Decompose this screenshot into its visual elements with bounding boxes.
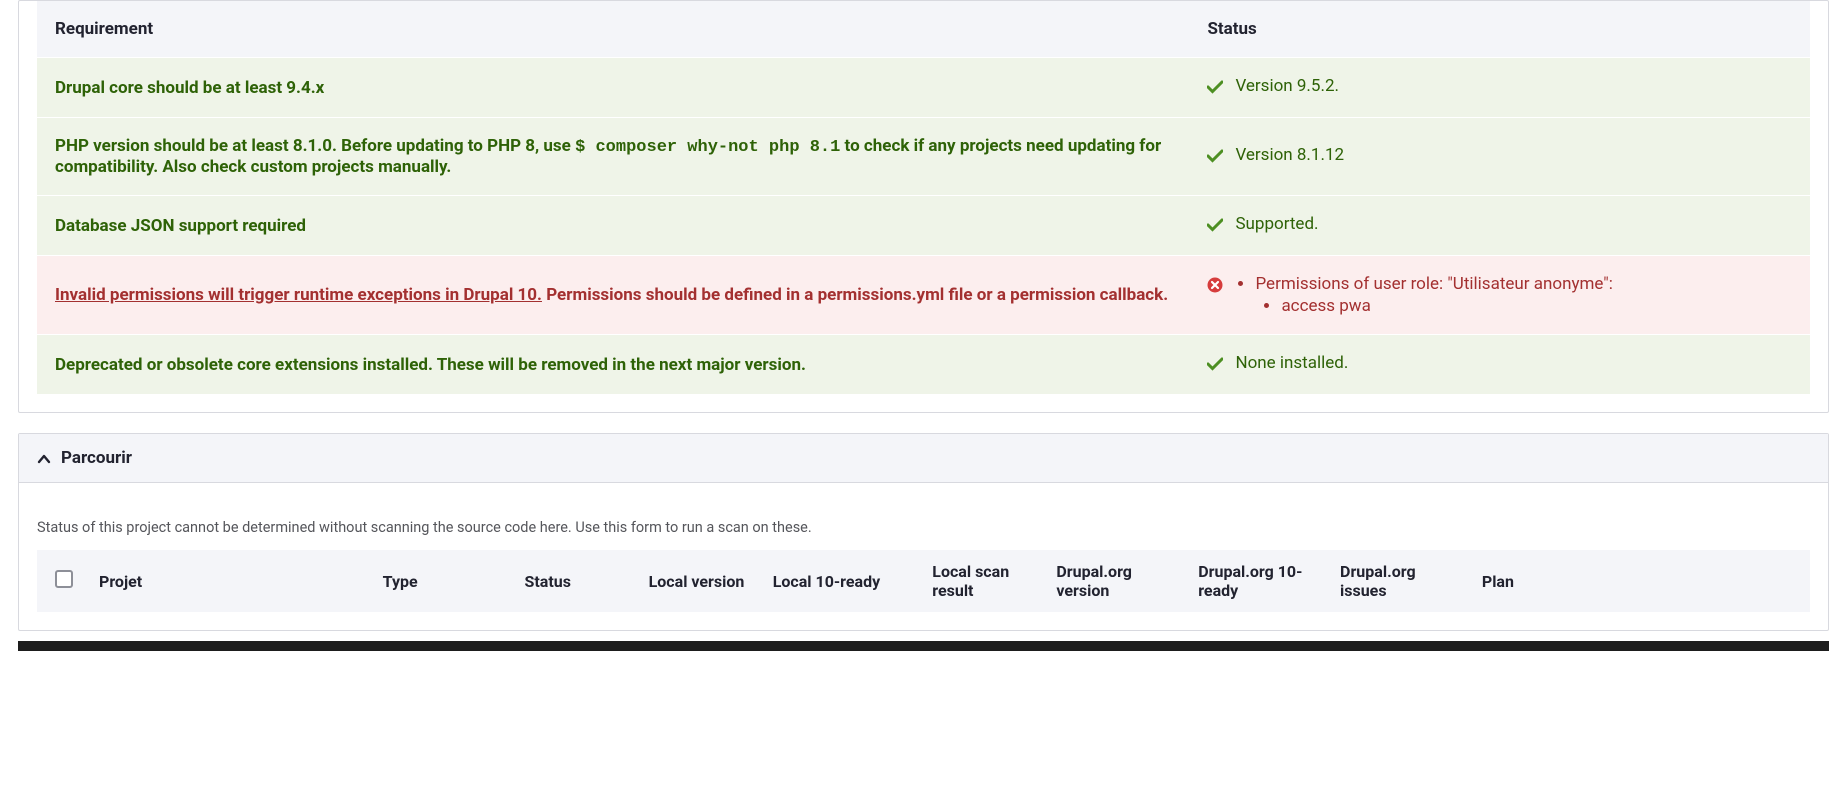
status-cell: Supported. [1189, 196, 1810, 256]
browse-description: Status of this project cannot be determi… [37, 501, 1810, 550]
col-requirement: Requirement [37, 1, 1189, 58]
browse-section: Parcourir Status of this project cannot … [18, 433, 1829, 631]
col-status-2: Status [515, 550, 639, 612]
col-local-version: Local version [639, 550, 763, 612]
status-text: None installed. [1235, 353, 1348, 373]
col-local-scan-result: Local scan result [922, 550, 1046, 612]
col-local-10-ready: Local 10-ready [763, 550, 923, 612]
requirement-text: Invalid permissions will trigger runtime… [37, 256, 1189, 335]
check-icon [1207, 217, 1223, 237]
requirement-text: Deprecated or obsolete core extensions i… [37, 335, 1189, 395]
check-icon [1207, 79, 1223, 99]
table-row: Database JSON support required Supported… [37, 196, 1810, 256]
col-type: Type [373, 550, 515, 612]
status-text: Version 9.5.2. [1235, 76, 1339, 96]
projects-table: Projet Type Status Local version Local 1… [37, 550, 1810, 612]
status-cell: Permissions of user role: "Utilisateur a… [1189, 256, 1810, 335]
status-text: Version 8.1.12 [1235, 145, 1344, 165]
error-icon [1207, 277, 1223, 298]
table-row: Deprecated or obsolete core extensions i… [37, 335, 1810, 395]
status-cell: Version 8.1.12 [1189, 118, 1810, 196]
status-text: Supported. [1235, 214, 1318, 234]
col-checkbox [37, 550, 89, 612]
code-snippet: $ composer why-not php 8.1 [575, 138, 840, 157]
col-drupal-10-ready: Drupal.org 10-ready [1188, 550, 1330, 612]
select-all-checkbox[interactable] [55, 570, 73, 588]
status-list: Permissions of user role: "Utilisateur a… [1235, 274, 1612, 316]
requirements-table: Requirement Status Drupal core should be… [37, 1, 1810, 394]
requirements-section: Requirement Status Drupal core should be… [18, 0, 1829, 413]
col-projet: Projet [89, 550, 373, 612]
permissions-link[interactable]: Invalid permissions will trigger runtime… [55, 285, 542, 305]
status-cell: None installed. [1189, 335, 1810, 395]
chevron-up-icon [37, 451, 51, 465]
col-status: Status [1189, 1, 1810, 58]
check-icon [1207, 356, 1223, 376]
requirement-text: PHP version should be at least 8.1.0. Be… [37, 118, 1189, 196]
requirement-text: Drupal core should be at least 9.4.x [37, 58, 1189, 118]
table-row: Invalid permissions will trigger runtime… [37, 256, 1810, 335]
browse-toggle[interactable]: Parcourir [19, 434, 1828, 483]
col-plan: Plan [1472, 550, 1810, 612]
table-row: PHP version should be at least 8.1.0. Be… [37, 118, 1810, 196]
table-row: Drupal core should be at least 9.4.x Ver… [37, 58, 1810, 118]
col-drupal-version: Drupal.org version [1046, 550, 1188, 612]
bottom-bar [18, 641, 1829, 651]
browse-title: Parcourir [61, 448, 132, 468]
check-icon [1207, 148, 1223, 168]
status-cell: Version 9.5.2. [1189, 58, 1810, 118]
col-drupal-issues: Drupal.org issues [1330, 550, 1472, 612]
requirement-text: Database JSON support required [37, 196, 1189, 256]
